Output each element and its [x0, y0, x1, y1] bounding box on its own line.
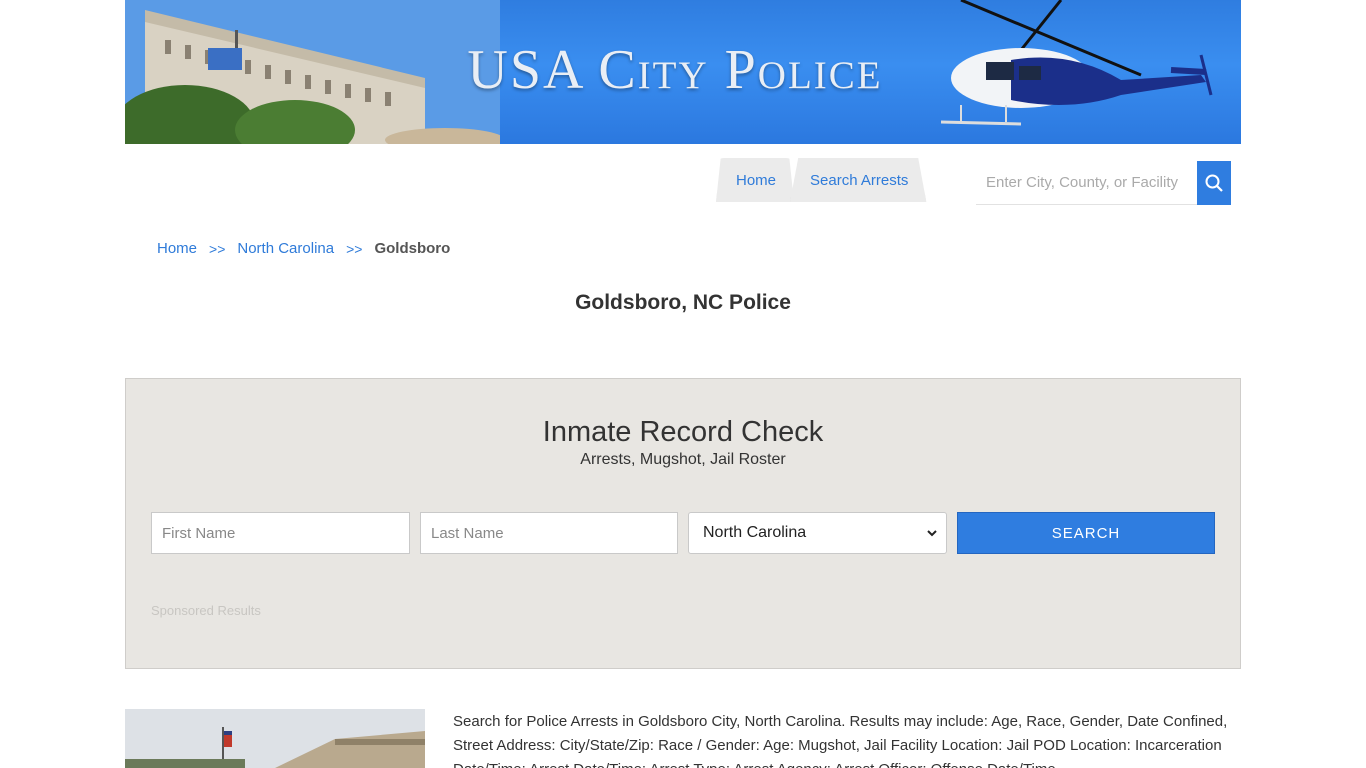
nav-home[interactable]: Home — [716, 158, 795, 202]
last-name-field[interactable] — [420, 512, 678, 554]
breadcrumb-state[interactable]: North Carolina — [237, 240, 334, 257]
state-select[interactable]: North Carolina — [688, 512, 947, 554]
page-description: Search for Police Arrests in Goldsboro C… — [453, 713, 1228, 768]
panel-subtitle: Arrests, Mugshot, Jail Roster — [580, 451, 786, 468]
city-hall-image — [125, 709, 425, 768]
state-select-value: North Carolina — [703, 524, 807, 541]
nav-search-arrests[interactable]: Search Arrests — [790, 158, 927, 202]
chevron-down-icon — [927, 530, 937, 537]
panel-title: Inmate Record Check — [542, 416, 824, 448]
main-nav: Home Search Arrests — [716, 158, 927, 202]
breadcrumb: Home >> North Carolina >> Goldsboro — [157, 240, 450, 257]
site-search-button[interactable] — [1197, 161, 1231, 205]
page-title: Goldsboro, NC Police — [575, 291, 791, 314]
sponsored-results-label: Sponsored Results — [151, 603, 261, 618]
helicopter-image — [940, 0, 1213, 126]
breadcrumb-home[interactable]: Home — [157, 240, 197, 257]
site-title: USA City Police — [467, 39, 883, 101]
site-search-input[interactable] — [976, 161, 1197, 205]
search-button[interactable]: SEARCH — [957, 512, 1215, 554]
inmate-record-check-panel: Inmate Record Check Arrests, Mugshot, Ja… — [125, 378, 1241, 669]
breadcrumb-current: Goldsboro — [374, 240, 451, 257]
breadcrumb-separator: >> — [209, 240, 226, 257]
first-name-field[interactable] — [151, 512, 410, 554]
site-search — [976, 161, 1231, 205]
breadcrumb-separator: >> — [346, 240, 363, 257]
site-banner[interactable]: USA City Police — [125, 0, 1241, 144]
search-icon — [1205, 174, 1223, 192]
